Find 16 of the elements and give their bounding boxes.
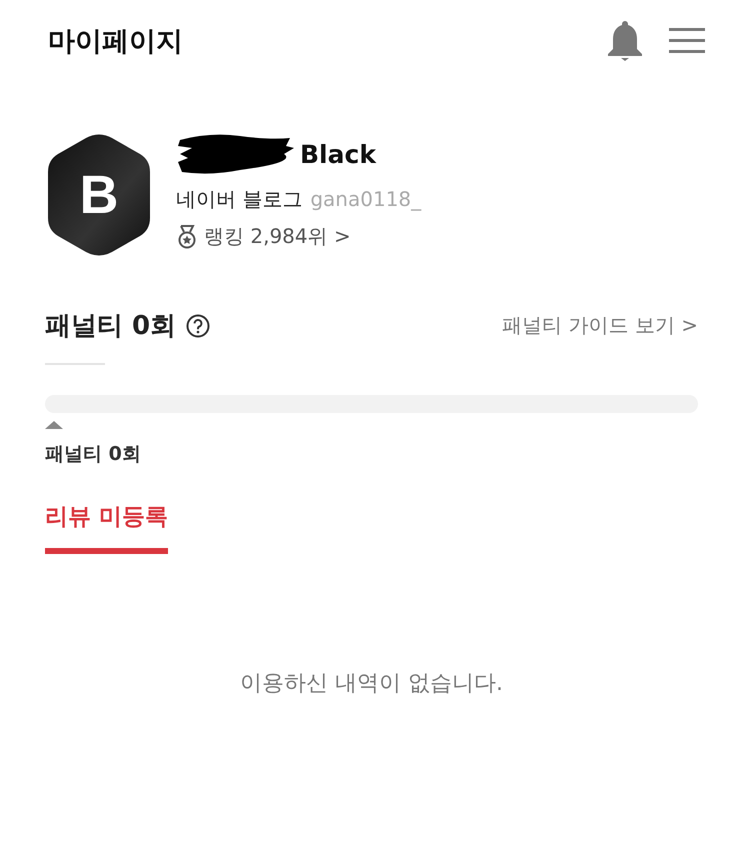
bell-icon[interactable] [607,20,643,62]
help-icon[interactable] [186,314,210,338]
guide-link[interactable]: 패널티 가이드 보기 > [502,312,698,339]
ranking-link[interactable]: 랭킹 2,984위 > [204,223,351,250]
menu-icon[interactable] [669,28,705,54]
penalty-count: 패널티 0회 [45,442,141,467]
review-tab[interactable]: 리뷰 미등록 [45,495,168,554]
marker-icon [45,421,63,429]
blog-id: gana0118_ [310,187,422,211]
penalty-title: 패널티 0회 [45,310,176,343]
avatar: B [48,134,150,256]
user-name: Black [300,140,376,168]
page-title: 마이페이지 [48,25,183,59]
medal-icon [176,224,198,248]
blog-label: 네이버 블로그 [176,186,302,213]
empty-message: 이용하신 내역이 없습니다. [240,670,503,698]
